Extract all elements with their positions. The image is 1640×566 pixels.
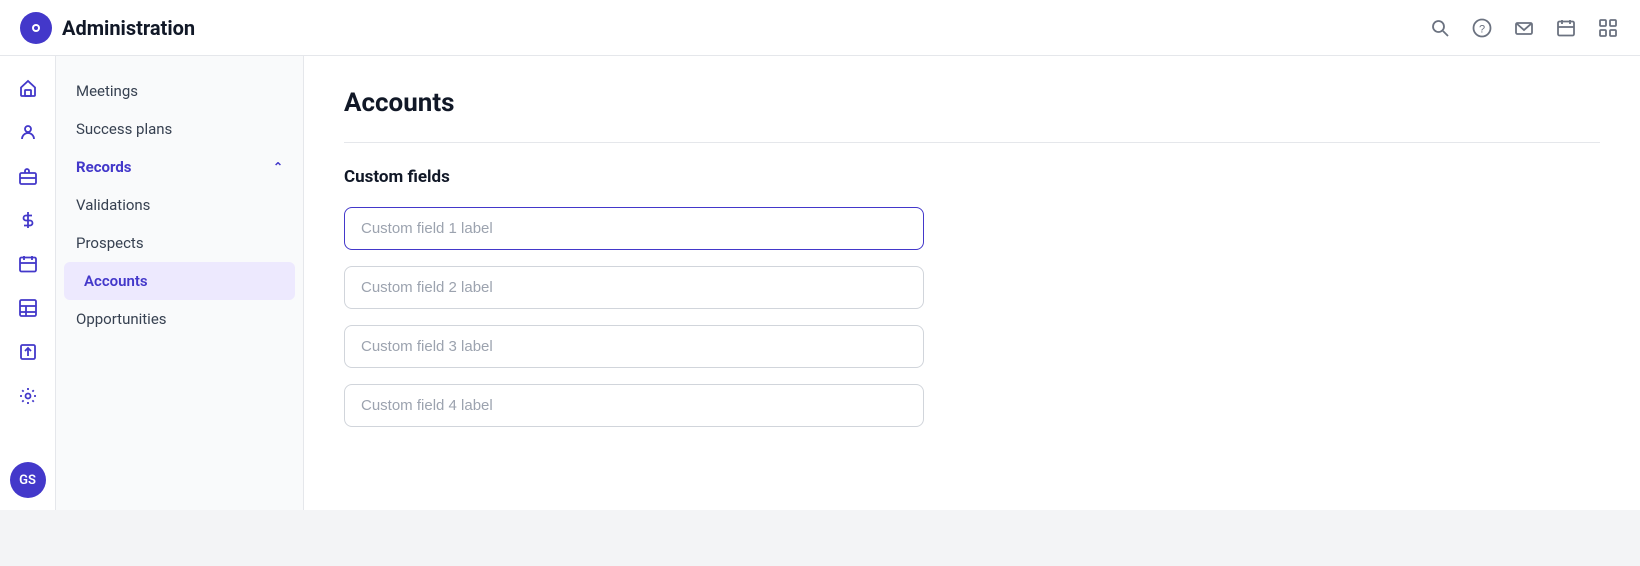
svg-text:?: ? bbox=[1479, 23, 1485, 35]
opportunities-label: Opportunities bbox=[76, 310, 167, 328]
sidebar-item-records[interactable]: Records ⌃ bbox=[56, 148, 303, 186]
page-title: Accounts bbox=[344, 88, 1600, 118]
sidebar-icon-upload[interactable] bbox=[8, 332, 48, 372]
logo-icon bbox=[20, 12, 52, 44]
sidebar-icon-dollar[interactable] bbox=[8, 200, 48, 240]
user-avatar[interactable]: GS bbox=[10, 462, 46, 498]
sidebar-item-accounts[interactable]: Accounts bbox=[64, 262, 295, 300]
meetings-label: Meetings bbox=[76, 82, 138, 100]
sidebar-bottom: GS bbox=[10, 462, 46, 498]
calendar-icon[interactable] bbox=[1554, 16, 1578, 40]
custom-field-3-input[interactable] bbox=[344, 325, 924, 368]
sidebar-item-opportunities[interactable]: Opportunities bbox=[56, 300, 303, 338]
search-icon[interactable] bbox=[1428, 16, 1452, 40]
sidebar-icon-users[interactable] bbox=[8, 112, 48, 152]
sidebar-item-meetings[interactable]: Meetings bbox=[56, 72, 303, 110]
header: Administration ? bbox=[0, 0, 1640, 56]
divider bbox=[344, 142, 1600, 143]
sidebar-icon-settings[interactable] bbox=[8, 376, 48, 416]
accounts-label: Accounts bbox=[84, 272, 148, 290]
custom-field-2-input[interactable] bbox=[344, 266, 924, 309]
main-content: Accounts Custom fields bbox=[304, 56, 1640, 510]
sidebar-item-success-plans[interactable]: Success plans bbox=[56, 110, 303, 148]
sidebar-item-prospects[interactable]: Prospects bbox=[56, 224, 303, 262]
success-plans-label: Success plans bbox=[76, 120, 172, 138]
icon-sidebar: GS bbox=[0, 56, 56, 510]
sidebar-icon-briefcase[interactable] bbox=[8, 156, 48, 196]
chevron-up-icon: ⌃ bbox=[273, 160, 283, 174]
validations-label: Validations bbox=[76, 196, 150, 214]
prospects-label: Prospects bbox=[76, 234, 144, 252]
custom-field-1-input[interactable] bbox=[344, 207, 924, 250]
header-title: Administration bbox=[62, 16, 195, 40]
logo: Administration bbox=[20, 12, 195, 44]
custom-field-4-input[interactable] bbox=[344, 384, 924, 427]
nav-sidebar: Meetings Success plans Records ⌃ Validat… bbox=[56, 56, 304, 510]
grid-icon[interactable] bbox=[1596, 16, 1620, 40]
header-icons: ? bbox=[1428, 16, 1620, 40]
mail-icon[interactable] bbox=[1512, 16, 1536, 40]
help-icon[interactable]: ? bbox=[1470, 16, 1494, 40]
layout: GS Meetings Success plans Records ⌃ Vali… bbox=[0, 56, 1640, 510]
records-label: Records bbox=[76, 158, 132, 176]
sidebar-item-validations[interactable]: Validations bbox=[56, 186, 303, 224]
custom-fields-list bbox=[344, 207, 924, 427]
sidebar-icon-calendar[interactable] bbox=[8, 244, 48, 284]
custom-fields-title: Custom fields bbox=[344, 167, 1600, 187]
sidebar-icon-home[interactable] bbox=[8, 68, 48, 108]
sidebar-icon-table[interactable] bbox=[8, 288, 48, 328]
